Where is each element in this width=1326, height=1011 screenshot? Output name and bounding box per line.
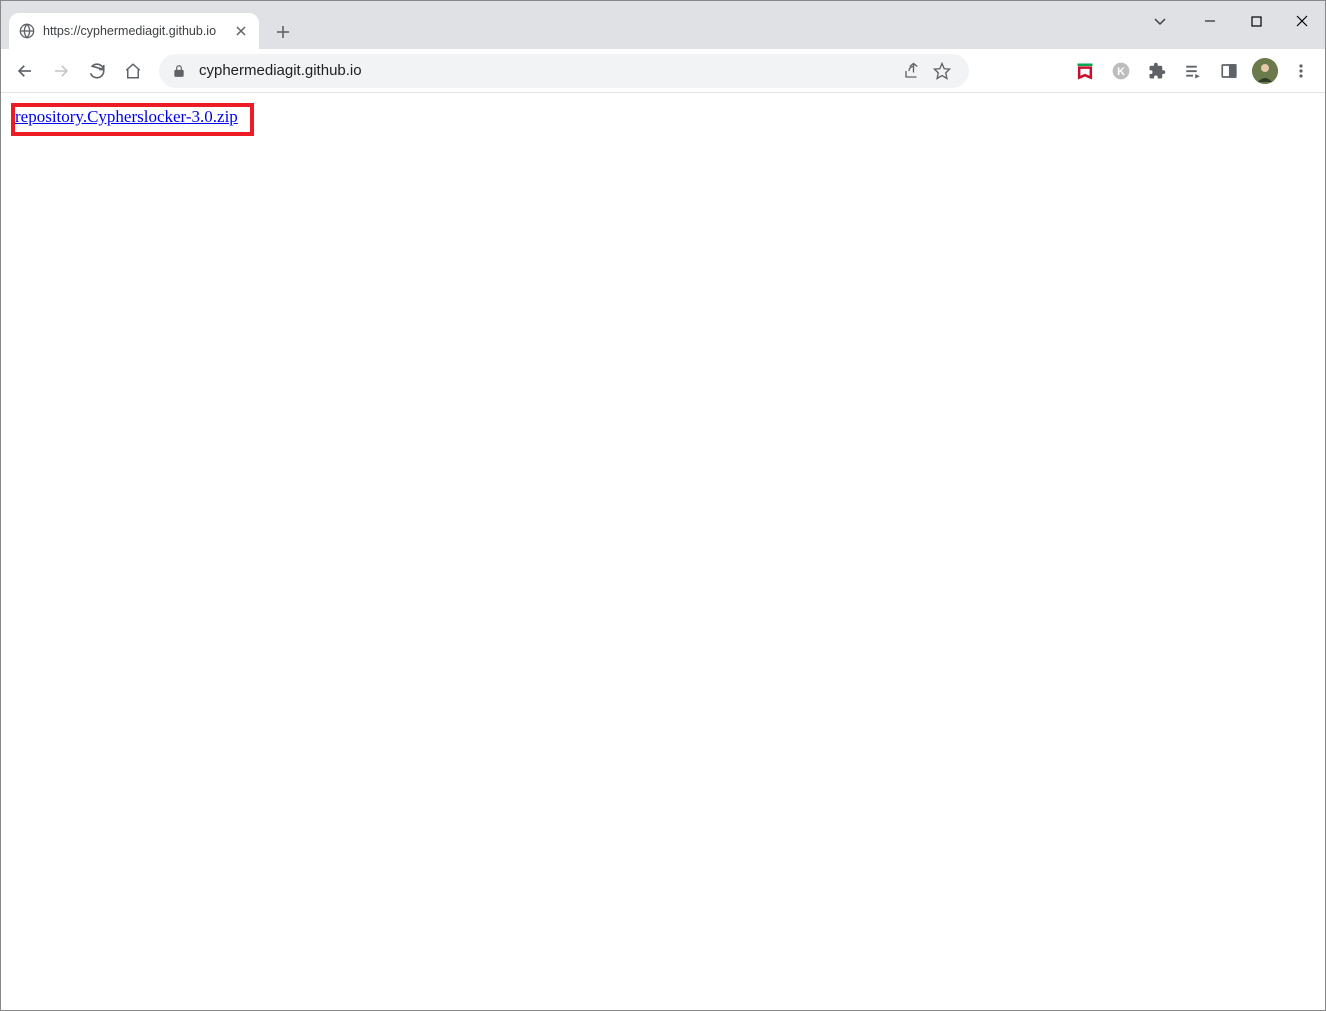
- address-bar[interactable]: cyphermediagit.github.io: [159, 54, 969, 88]
- minimize-button[interactable]: [1187, 6, 1233, 36]
- mcafee-extension-icon[interactable]: [1069, 55, 1101, 87]
- share-icon[interactable]: [897, 56, 927, 86]
- close-tab-icon[interactable]: [233, 23, 249, 39]
- tab-title: https://cyphermediagit.github.io: [43, 24, 233, 38]
- bookmark-icon[interactable]: [927, 56, 957, 86]
- svg-text:K: K: [1117, 66, 1125, 78]
- new-tab-button[interactable]: [269, 18, 297, 46]
- tab-search-button[interactable]: [1143, 6, 1177, 36]
- reload-button[interactable]: [81, 55, 113, 87]
- download-link[interactable]: repository.Cypherslocker-3.0.zip: [15, 107, 238, 126]
- media-control-icon[interactable]: [1177, 55, 1209, 87]
- maximize-button[interactable]: [1233, 6, 1279, 36]
- back-button[interactable]: [9, 55, 41, 87]
- toolbar: cyphermediagit.github.io: [1, 49, 1325, 93]
- close-window-button[interactable]: [1279, 6, 1325, 36]
- toolbar-right: K: [1069, 55, 1317, 87]
- profile-avatar[interactable]: [1249, 55, 1281, 87]
- lock-icon[interactable]: [171, 63, 187, 79]
- side-panel-icon[interactable]: [1213, 55, 1245, 87]
- menu-button[interactable]: [1285, 55, 1317, 87]
- url-text: cyphermediagit.github.io: [199, 62, 897, 79]
- extensions-icon[interactable]: [1141, 55, 1173, 87]
- highlight-annotation: repository.Cypherslocker-3.0.zip: [11, 103, 254, 136]
- tab-strip: https://cyphermediagit.github.io: [1, 1, 1325, 49]
- window-controls: [1143, 1, 1325, 41]
- page-content: repository.Cypherslocker-3.0.zip: [1, 93, 1325, 1010]
- browser-tab[interactable]: https://cyphermediagit.github.io: [9, 13, 259, 49]
- extension-k-icon[interactable]: K: [1105, 55, 1137, 87]
- globe-icon: [19, 23, 35, 39]
- home-button[interactable]: [117, 55, 149, 87]
- forward-button[interactable]: [45, 55, 77, 87]
